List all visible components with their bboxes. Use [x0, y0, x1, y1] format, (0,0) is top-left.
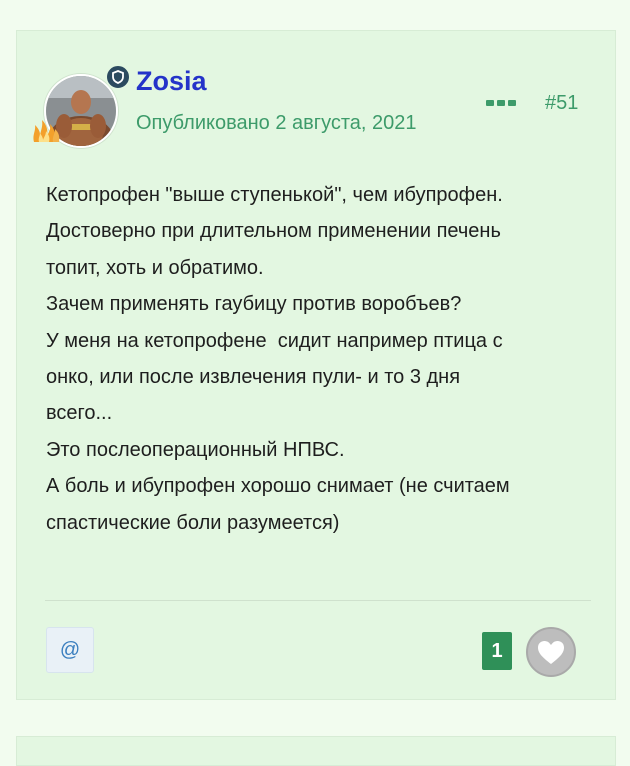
post-body-line: Зачем применять гаубицу против воробъев? — [46, 293, 462, 316]
like-count-badge[interactable]: 1 — [482, 632, 512, 670]
post-body-line: У меня на кетопрофене сидит например пти… — [46, 329, 503, 352]
footer-divider — [45, 600, 591, 601]
post-body-line: Это послеоперационный НПВС. — [46, 438, 345, 461]
post-body: Кетопрофен "выше ступенькой", чем ибупро… — [46, 177, 606, 541]
heart-icon — [538, 641, 564, 664]
post-number-link[interactable]: #51 — [545, 91, 578, 115]
flame-icon — [33, 120, 60, 142]
next-post-card — [16, 736, 616, 766]
post-body-line: всего... — [46, 402, 113, 425]
more-options-icon[interactable] — [485, 97, 517, 109]
post-body-line: спастические боли разумеется) — [46, 511, 340, 534]
post-body-line: А боль и ибупрофен хорошо снимает (не сч… — [46, 475, 510, 498]
mention-button[interactable]: @ — [46, 627, 94, 673]
post-card: Zosia Опубликовано 2 августа, 2021 #51 К… — [16, 30, 616, 700]
post-body-line: Достоверно при длительном применении печ… — [46, 220, 501, 243]
author-username[interactable]: Zosia — [136, 66, 207, 96]
shield-icon — [105, 64, 131, 90]
post-body-line: Кетопрофен "выше ступенькой", чем ибупро… — [46, 184, 503, 206]
post-body-line: топит, хоть и обратимо. — [46, 256, 264, 279]
post-body-line: онко, или после извлечения пули- и то 3 … — [46, 366, 461, 389]
published-date[interactable]: Опубликовано 2 августа, 2021 — [136, 111, 417, 135]
like-button[interactable] — [526, 627, 576, 677]
